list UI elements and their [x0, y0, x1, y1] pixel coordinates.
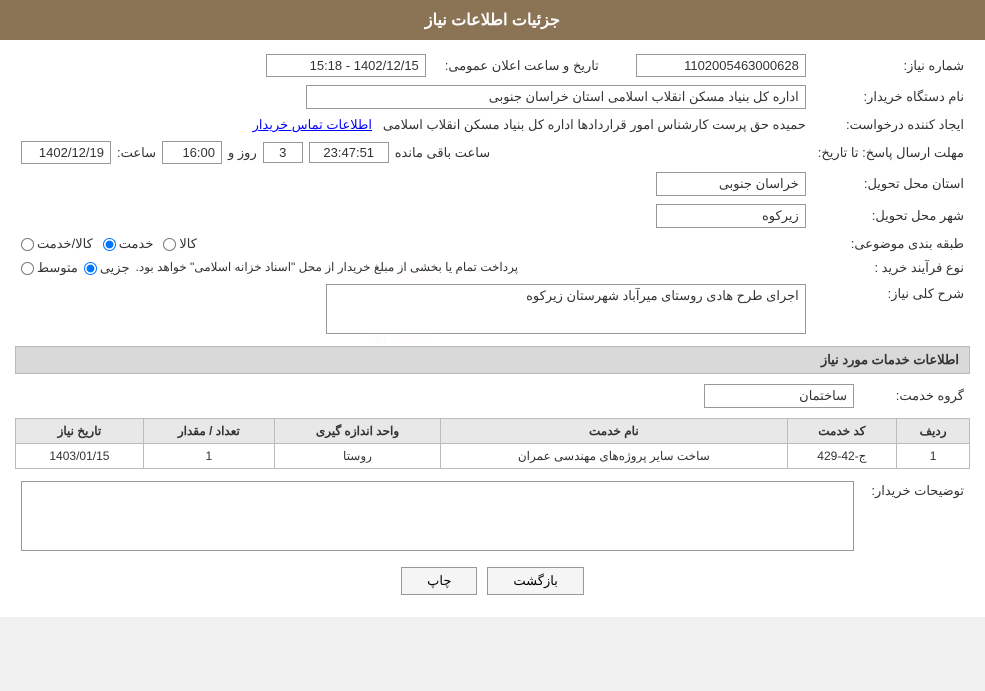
cell-vahed_andazegiri: روستا: [274, 444, 440, 469]
shahr-tahvil-input: زیرکوه: [656, 204, 806, 228]
ijadKonande-value: حمیده حق پرست کارشناس امور قراردادها ادا…: [383, 117, 806, 132]
gorohe-khedmat-label: گروه خدمت:: [860, 380, 970, 412]
cell-tedad_miqdar: 1: [143, 444, 274, 469]
radio-jozvi[interactable]: جزیی: [84, 260, 130, 276]
mohlat-countdown: 23:47:51: [309, 142, 389, 163]
ostan-tahvil-input: خراسان جنوبی: [656, 172, 806, 196]
col-radif: ردیف: [897, 419, 970, 444]
noeFarayand-label: نوع فرآیند خرید :: [812, 256, 970, 280]
tabaqebandi-label: طبقه بندی موضوعی:: [812, 232, 970, 256]
radio-jozvi-input[interactable]: [84, 262, 97, 275]
cell-nam_khedmat: ساخت سایر پروژه‌های مهندسی عمران: [441, 444, 787, 469]
col-nam-khedmat: نام خدمت: [441, 419, 787, 444]
page-header: جزئیات اطلاعات نیاز: [0, 0, 985, 40]
col-tedad: تعداد / مقدار: [143, 419, 274, 444]
ijadKonande-label: ایجاد کننده درخواست:: [812, 113, 970, 137]
shahr-tahvil-label: شهر محل تحویل:: [812, 200, 970, 232]
radio-kala[interactable]: کالا: [163, 236, 197, 252]
mohlat-time-input: 16:00: [162, 141, 222, 164]
mohlat-label: مهلت ارسال پاسخ: تا تاریخ:: [812, 137, 970, 168]
ostan-tahvil-label: استان محل تحویل:: [812, 168, 970, 200]
radio-kala-label: کالا: [179, 236, 197, 252]
radio-kala-khedmat-input[interactable]: [21, 238, 34, 251]
ijadKonande-link[interactable]: اطلاعات تماس خریدار: [253, 117, 372, 132]
button-row: بازگشت چاپ: [15, 555, 970, 607]
radio-jozvi-label: جزیی: [100, 260, 130, 276]
radio-khedmat-input[interactable]: [103, 238, 116, 251]
tarikh-ailan-label: تاریخ و ساعت اعلان عمومی:: [432, 50, 612, 81]
chap-button[interactable]: چاپ: [401, 567, 477, 595]
mohlat-roz-label: روز و: [228, 145, 257, 161]
shomareNiaz-input: 1102005463000628: [636, 54, 806, 77]
svg-text:ender.NET: ender.NET: [368, 335, 388, 346]
services-section-title: اطلاعات خدمات مورد نیاز: [15, 346, 970, 374]
radio-mota-label: متوسط: [37, 260, 78, 276]
radio-khedmat[interactable]: خدمت: [103, 236, 154, 252]
mohlat-date-input: 1402/12/19: [21, 141, 111, 164]
radio-kala-khedmat-label: کالا/خدمت: [37, 236, 93, 252]
tozihat-input: [21, 481, 854, 551]
col-kod-khedmat: کد خدمت: [787, 419, 897, 444]
tozihat-table: توضیحات خریدار:: [15, 477, 970, 555]
gorohe-khedmat-input: ساختمان: [704, 384, 854, 408]
shomareNiaz-value: 1102005463000628: [612, 50, 812, 81]
noe-farayand-description: پرداخت تمام یا بخشی از مبلغ خریدار از مح…: [136, 260, 519, 274]
sharh-niaz-input: اجرای طرح هادی روستای میرآباد شهرستان زی…: [326, 284, 806, 334]
namDastgah-input: اداره کل بنیاد مسکن انقلاب اسلامی استان …: [306, 85, 806, 109]
sharh-niaz-label: شرح کلی نیاز:: [812, 280, 970, 338]
bazgasht-button[interactable]: بازگشت: [487, 567, 583, 595]
tozihat-label: توضیحات خریدار:: [860, 477, 970, 555]
col-tarikh-niaz: تاریخ نیاز: [16, 419, 144, 444]
mohlat-time-label: ساعت:: [117, 145, 156, 161]
radio-mota-input[interactable]: [21, 262, 34, 275]
mohlat-remaining-label: ساعت باقی مانده: [395, 145, 490, 161]
radio-khedmat-label: خدمت: [119, 236, 154, 252]
tarikh-ailan-value: 1402/12/15 - 15:18: [15, 50, 432, 81]
radio-kala-input[interactable]: [163, 238, 176, 251]
tarikh-ailan-input: 1402/12/15 - 15:18: [266, 54, 426, 77]
mohlat-roz-value: 3: [263, 142, 303, 163]
info-table: شماره نیاز: 1102005463000628 تاریخ و ساع…: [15, 50, 970, 338]
cell-kod_khedmat: ج-42-429: [787, 444, 897, 469]
shomareNiaz-label: شماره نیاز:: [812, 50, 970, 81]
services-table: ردیف کد خدمت نام خدمت واحد اندازه گیری ت…: [15, 418, 970, 469]
namDastgah-label: نام دستگاه خریدار:: [812, 81, 970, 113]
table-row: 1ج-42-429ساخت سایر پروژه‌های مهندسی عمرا…: [16, 444, 970, 469]
gorohe-khedmat-table: گروه خدمت: ساختمان: [15, 380, 970, 412]
radio-mota[interactable]: متوسط: [21, 260, 78, 276]
radio-kala-khedmat[interactable]: کالا/خدمت: [21, 236, 93, 252]
cell-radif: 1: [897, 444, 970, 469]
cell-tarikh_niaz: 1403/01/15: [16, 444, 144, 469]
col-vahed: واحد اندازه گیری: [274, 419, 440, 444]
